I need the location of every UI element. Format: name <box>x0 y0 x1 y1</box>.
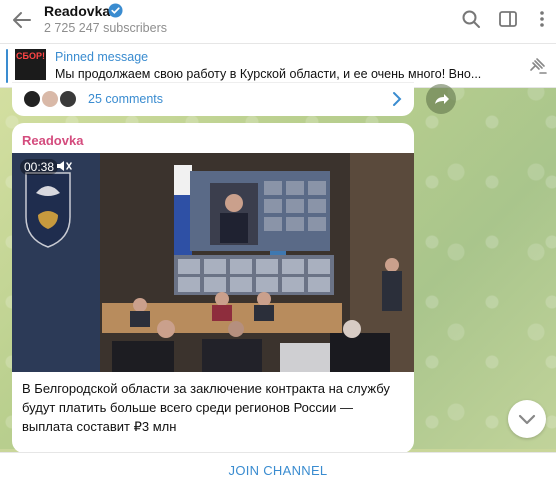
verified-badge-icon <box>108 3 123 18</box>
more-options-icon[interactable] <box>532 9 552 29</box>
pinned-list-icon[interactable] <box>526 55 548 77</box>
back-arrow-icon[interactable] <box>10 8 34 32</box>
search-icon[interactable] <box>461 9 481 29</box>
scroll-down-button[interactable] <box>508 400 546 438</box>
sidebar-toggle-icon[interactable] <box>498 9 518 29</box>
comments-count[interactable]: 25 comments <box>88 92 163 106</box>
share-arrow-icon <box>435 94 449 104</box>
video-frame <box>12 153 414 372</box>
chevron-right-icon <box>393 92 402 106</box>
comments-link[interactable]: 25 comments <box>12 82 414 116</box>
muted-speaker-icon[interactable] <box>56 159 72 173</box>
channel-title[interactable]: Readovka <box>44 3 110 19</box>
subscriber-count: 2 725 247 subscribers <box>44 21 167 35</box>
post-author[interactable]: Readovka <box>22 133 83 148</box>
chevron-down-icon <box>518 414 536 425</box>
pinned-indicator <box>6 49 8 83</box>
pinned-thumbnail-text: СБОР! <box>16 51 45 61</box>
chat-header: Readovka 2 725 247 subscribers <box>0 0 556 44</box>
commenter-avatar <box>40 89 60 109</box>
video-timestamp: 00:38 <box>20 159 59 175</box>
share-button[interactable] <box>426 84 456 114</box>
channel-post: Readovka 00:38 В Белгородской области за… <box>12 123 414 453</box>
commenter-avatar <box>22 89 42 109</box>
video-player[interactable]: 00:38 <box>12 153 414 372</box>
bottom-bar: JOIN CHANNEL <box>0 452 556 487</box>
commenter-avatar <box>58 89 78 109</box>
join-channel-button[interactable]: JOIN CHANNEL <box>0 453 556 487</box>
pinned-thumbnail: СБОР! <box>15 49 46 80</box>
pinned-title: Pinned message <box>55 50 149 64</box>
post-text: В Белгородской области за заключение кон… <box>22 381 390 434</box>
pinned-text: Мы продолжаем свою работу в Курской обла… <box>55 67 482 81</box>
